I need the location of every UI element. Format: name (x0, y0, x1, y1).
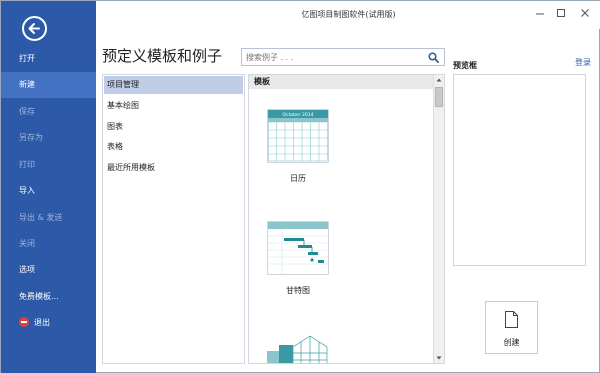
main-content: 登录 预定义模板和例子 项目管理 基本绘图 图表 表格 最近所用模板 模板 (96, 29, 599, 372)
category-item-recent-templates[interactable]: 最近所用模板 (104, 159, 243, 177)
triangle-up-icon (436, 78, 442, 82)
template-calendar-label: 日历 (290, 174, 306, 183)
template-gantt-label: 甘特图 (286, 286, 310, 295)
sidebar-item-new[interactable]: 新建 (1, 72, 96, 98)
template-calendar[interactable]: October 2014 (267, 109, 329, 163)
minimize-button[interactable] (533, 6, 547, 20)
maximize-icon (557, 9, 565, 17)
document-icon (505, 311, 518, 328)
scroll-up-button[interactable] (434, 75, 444, 85)
template-panel: 模板 October 2014 日历 甘特图 (248, 74, 445, 364)
category-item-project-management[interactable]: 项目管理 (104, 76, 243, 94)
search-input[interactable] (242, 49, 422, 65)
sidebar-item-free-templates[interactable]: 免费模板... (1, 284, 96, 310)
exit-icon (19, 316, 29, 327)
scroll-down-button[interactable] (434, 353, 444, 363)
building-diagram-icon (267, 335, 328, 363)
arrow-left-icon (28, 23, 40, 34)
search-icon[interactable] (428, 52, 439, 63)
sidebar-item-label: 退出 (34, 318, 50, 327)
minimize-icon (536, 13, 544, 15)
app-window: 打开 新建 保存 另存为 打印 导入 导出 & 发送 关闭 选项 免费模板...… (0, 0, 600, 373)
sidebar-item-options[interactable]: 选项 (1, 257, 96, 283)
sidebar-item-exit[interactable]: 退出 (1, 310, 96, 336)
maximize-button[interactable] (554, 6, 568, 20)
category-item-tables[interactable]: 表格 (104, 138, 243, 156)
category-list: 项目管理 基本绘图 图表 表格 最近所用模板 (102, 74, 245, 364)
sidebar-item-save-as[interactable]: 另存为 (1, 125, 96, 151)
sidebar-item-import[interactable]: 导入 (1, 178, 96, 204)
sidebar: 打开 新建 保存 另存为 打印 导入 导出 & 发送 关闭 选项 免费模板...… (1, 1, 96, 373)
page-title: 预定义模板和例子 (102, 47, 223, 65)
gantt-chart-icon (268, 222, 328, 274)
title-bar: 亿图项目制图软件(试用版) (96, 1, 600, 29)
template-gantt[interactable] (267, 221, 329, 275)
create-label: 创建 (503, 338, 520, 347)
triangle-down-icon (436, 356, 442, 360)
category-item-basic-drawing[interactable]: 基本绘图 (104, 97, 243, 115)
calendar-icon: October 2014 (268, 110, 328, 162)
template-item-partial[interactable] (267, 333, 329, 363)
category-item-charts[interactable]: 图表 (104, 118, 243, 136)
sidebar-item-open[interactable]: 打开 (1, 46, 96, 72)
search-box (241, 48, 445, 66)
create-button[interactable]: 创建 (485, 301, 538, 354)
scroll-thumb[interactable] (435, 87, 443, 107)
close-icon (581, 9, 589, 17)
sidebar-item-close[interactable]: 关闭 (1, 231, 96, 257)
preview-box (453, 74, 586, 266)
window-title: 亿图项目制图软件(试用版) (301, 10, 396, 19)
template-scrollbar[interactable] (433, 75, 444, 363)
sidebar-item-print[interactable]: 打印 (1, 152, 96, 178)
calendar-thumb-title: October 2014 (283, 112, 314, 118)
login-link[interactable]: 登录 (575, 57, 591, 68)
back-button[interactable] (22, 16, 47, 41)
preview-label: 预览框 (453, 61, 477, 70)
template-section-header: 模板 (249, 75, 433, 89)
sidebar-item-export-send[interactable]: 导出 & 发送 (1, 205, 96, 231)
close-button[interactable] (578, 6, 592, 20)
sidebar-item-save[interactable]: 保存 (1, 99, 96, 125)
